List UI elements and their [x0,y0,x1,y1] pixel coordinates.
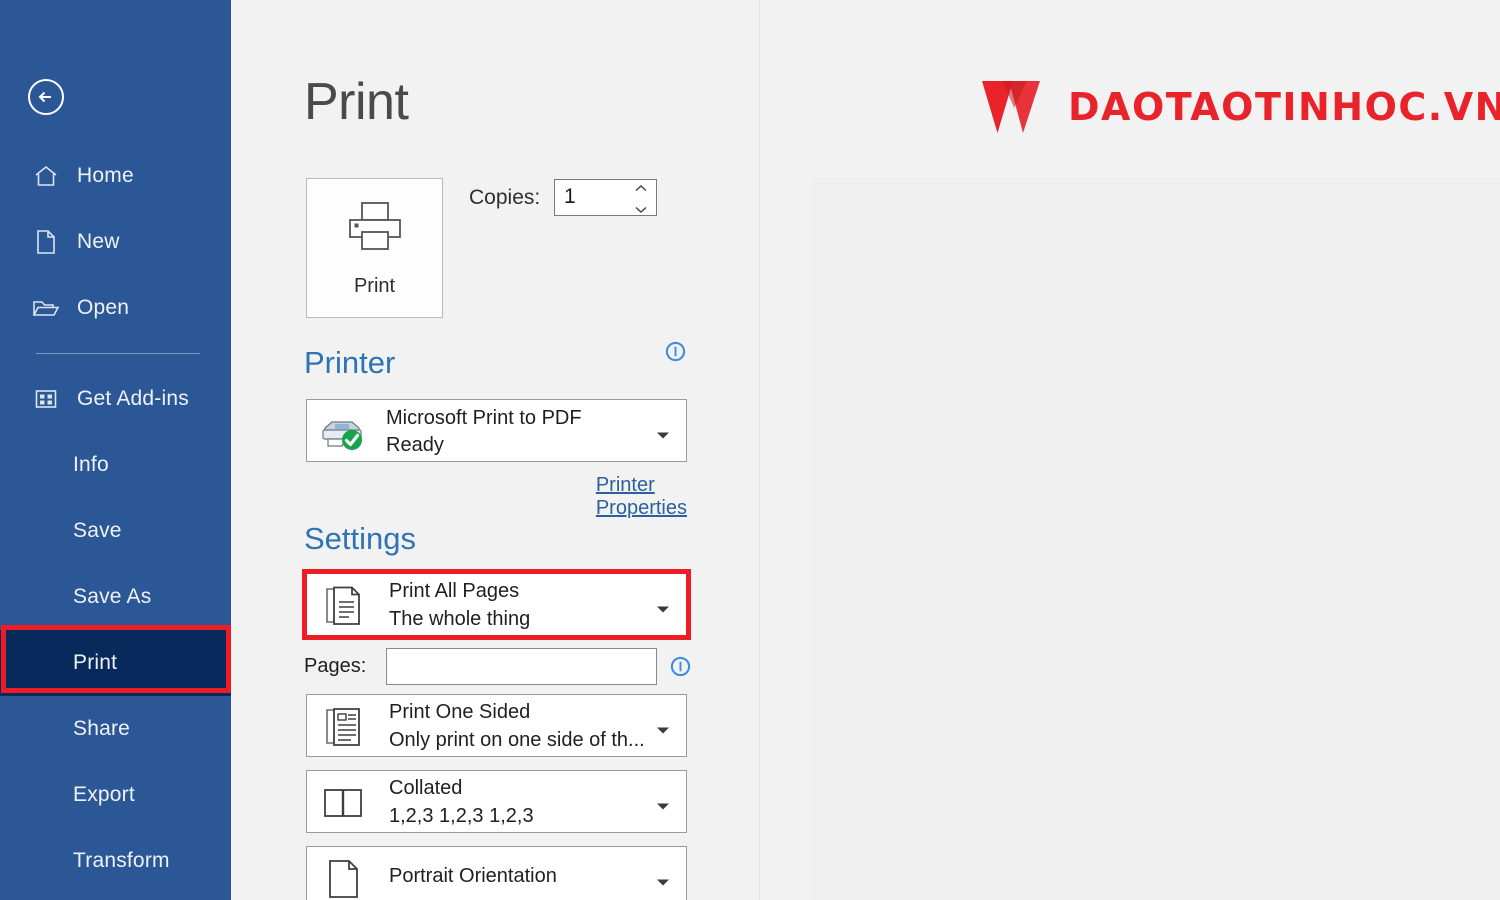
daotaotinhoc-v-mark-icon [982,81,1040,133]
sidebar-item-get-add-ins[interactable]: Get Add-ins [0,366,231,432]
printer-info-icon[interactable] [665,341,686,367]
home-icon [31,163,61,189]
print-preview-area: THE FINAL TE 10 minute Part 1: Personal … [812,178,1500,900]
printer-icon [343,198,407,259]
copies-label: Copies: [469,186,541,209]
print-button[interactable]: Print [306,178,443,318]
sidebar-item-label: Share [73,717,131,740]
sidebar-item-label: Info [73,453,109,476]
settings-section-heading: Settings [304,521,417,556]
collation-select[interactable]: Collated 1,2,3 1,2,3 1,2,3 [306,770,687,833]
sidebar-item-label: Get Add-ins [77,387,189,410]
back-arrow-icon [28,79,64,115]
sidebar-item-print[interactable]: Print [0,630,231,696]
title-bar: THE FINAL TEST FORM.docx - Compatibility… [760,0,1500,56]
printer-status: Ready [386,434,444,456]
sidebar-item-info[interactable]: Info [0,432,231,498]
collation-primary: Collated [389,777,463,799]
print-sides-primary: Print One Sided [389,701,531,723]
printer-device-icon [319,414,367,450]
sidebar-item-open[interactable]: Open [0,275,231,341]
sidebar-item-export[interactable]: Export [0,762,231,828]
chevron-down-icon[interactable] [656,874,670,892]
backstage-sidebar: Home New Open Get Add-ins Info Save Save… [0,0,231,900]
collation-secondary: 1,2,3 1,2,3 1,2,3 [389,805,534,827]
print-button-label: Print [353,275,396,297]
sidebar-divider [36,353,200,354]
chevron-down-icon[interactable] [656,798,670,816]
sidebar-item-label: Save [73,519,122,542]
print-sides-secondary: Only print on one side of th... [389,729,645,751]
printer-name: Microsoft Print to PDF [386,407,582,429]
pages-info-icon[interactable] [670,656,691,682]
sidebar-item-label: New [77,230,120,253]
brand-logo-text: DAOTAOTINHOC.VN [1068,85,1500,129]
print-range-select[interactable]: Print All Pages The whole thing [306,573,687,636]
sidebar-item-share[interactable]: Share [0,696,231,762]
back-button[interactable] [25,76,67,118]
sidebar-item-label: Export [73,783,135,806]
one-sided-icon [321,707,365,747]
addins-icon [31,386,61,412]
chevron-up-icon[interactable] [634,184,648,193]
sidebar-item-label: Save As [73,585,152,608]
sidebar-item-label: Home [77,164,134,187]
pages-row: Pages: [304,648,694,685]
sidebar-item-transform[interactable]: Transform [0,828,231,894]
sidebar-item-new[interactable]: New [0,209,231,275]
sidebar-nav: Home New Open Get Add-ins Info Save Save… [0,143,231,894]
copies-value: 1 [564,185,576,208]
sidebar-item-save[interactable]: Save [0,498,231,564]
sidebar-item-home[interactable]: Home [0,143,231,209]
chevron-down-icon[interactable] [656,601,670,619]
printer-select[interactable]: Microsoft Print to PDF Ready [306,399,687,462]
chevron-down-icon[interactable] [656,427,670,445]
print-sides-select[interactable]: Print One Sided Only print on one side o… [306,694,687,757]
document-pages-icon [321,586,365,626]
copies-stepper[interactable]: 1 [554,179,657,216]
print-settings-pane: Print Print Copies: 1 Printer Microsoft … [231,0,760,900]
printer-properties-link[interactable]: Printer Properties [596,474,687,520]
print-range-secondary: The whole thing [389,608,531,630]
folder-icon [31,295,61,321]
collated-icon [321,783,365,823]
pages-input[interactable] [386,648,657,685]
orientation-select[interactable]: Portrait Orientation [306,846,687,900]
pane-divider [759,0,760,900]
page-title: Print [304,73,409,131]
orientation-primary: Portrait Orientation [389,865,557,887]
chevron-down-icon[interactable] [634,205,648,214]
copies-spinner[interactable] [634,184,648,214]
pages-label: Pages: [304,655,367,677]
brand-logo: DAOTAOTINHOC.VN [980,78,1500,136]
page-icon [31,229,61,255]
printer-section-heading: Printer [304,345,396,380]
sidebar-item-save-as[interactable]: Save As [0,564,231,630]
sidebar-item-label: Open [77,296,130,319]
sidebar-item-label: Print [73,651,118,674]
chevron-down-icon[interactable] [656,722,670,740]
portrait-page-icon [321,859,365,899]
sidebar-item-label: Transform [73,849,170,872]
print-range-primary: Print All Pages [389,580,520,602]
app-root: Home New Open Get Add-ins Info Save Save… [0,0,1500,900]
